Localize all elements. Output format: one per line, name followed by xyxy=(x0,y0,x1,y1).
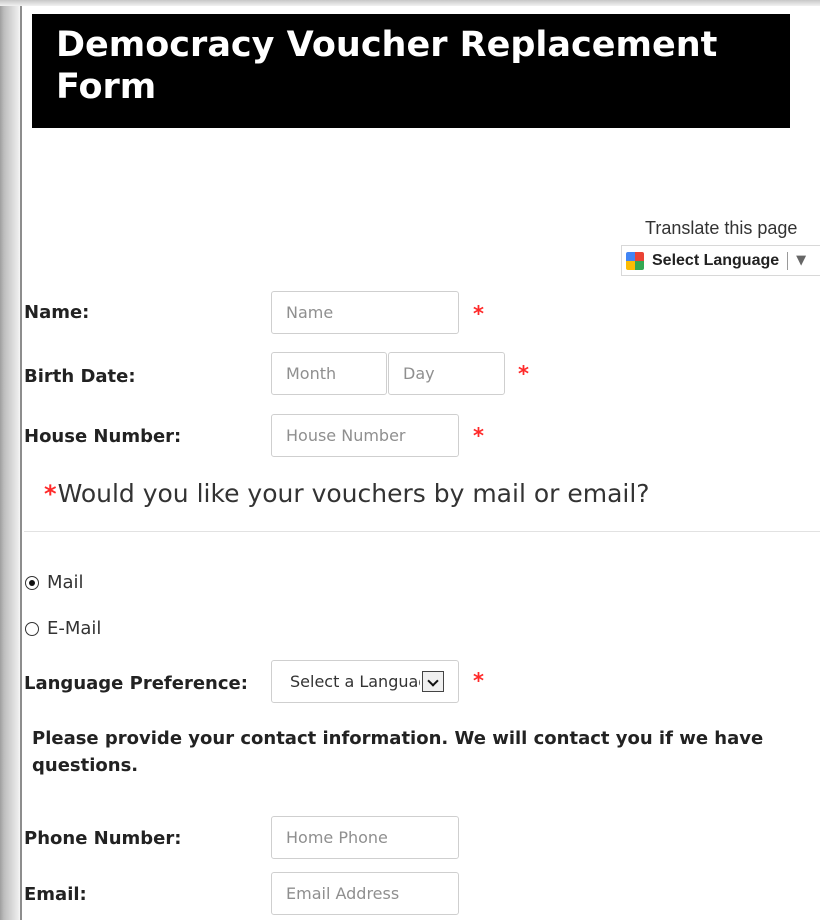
translate-page-label: Translate this page xyxy=(645,218,798,238)
birth-date-label: Birth Date: xyxy=(24,366,136,387)
language-preference-dropdown-button[interactable] xyxy=(422,671,444,692)
delivery-method-question: *Would you like your vouchers by mail or… xyxy=(44,479,650,508)
language-preference-selected-value: Select a Language xyxy=(290,672,420,691)
email-label: Email: xyxy=(24,884,87,905)
language-preference-label: Language Preference: xyxy=(24,673,248,694)
birth-day-input[interactable] xyxy=(388,352,505,395)
language-preference-required-marker: * xyxy=(473,669,484,693)
translate-dropdown-arrow-icon[interactable]: ▼ xyxy=(796,253,806,268)
email-radio-label[interactable]: E-Mail xyxy=(47,618,101,639)
birth-month-input[interactable] xyxy=(271,352,387,395)
translate-separator xyxy=(787,251,789,270)
mail-radio-label[interactable]: Mail xyxy=(47,572,84,593)
translate-language-selector[interactable]: Select Language ▼ xyxy=(621,245,820,276)
google-icon-blue-square xyxy=(626,251,635,261)
mail-radio-selected-dot xyxy=(29,579,35,586)
email-radio-button[interactable] xyxy=(25,621,39,636)
contact-information-help-text: Please provide your contact information.… xyxy=(32,728,764,776)
google-icon-green-square xyxy=(635,260,644,270)
house-number-required-marker: * xyxy=(473,424,484,448)
phone-number-label: Phone Number: xyxy=(24,828,182,849)
delivery-question-text: Would you like your vouchers by mail or … xyxy=(57,479,650,508)
email-radio-option[interactable]: E-Mail xyxy=(25,618,101,639)
delivery-required-marker: * xyxy=(44,480,57,508)
language-preference-select[interactable]: Select a Language xyxy=(271,660,459,703)
section-divider xyxy=(24,531,820,532)
page-title: Democracy Voucher Replacement Form xyxy=(56,25,718,107)
chevron-down-icon xyxy=(427,675,439,687)
google-icon-yellow-square xyxy=(626,260,635,270)
page-title-banner: Democracy Voucher Replacement Form xyxy=(32,14,790,128)
mail-radio-option[interactable]: Mail xyxy=(25,572,84,593)
window-left-frame xyxy=(0,0,20,920)
email-input[interactable] xyxy=(271,872,459,915)
mail-radio-button[interactable] xyxy=(25,575,39,590)
name-required-marker: * xyxy=(473,302,484,326)
content-left-border xyxy=(20,6,22,920)
google-icon-red-square xyxy=(635,251,644,261)
name-input[interactable] xyxy=(271,291,459,334)
google-translate-icon xyxy=(626,251,644,270)
translate-select-language-label: Select Language xyxy=(652,251,780,269)
birth-date-required-marker: * xyxy=(518,362,529,386)
house-number-input[interactable] xyxy=(271,414,459,457)
window-top-frame xyxy=(0,0,820,6)
name-label: Name: xyxy=(24,302,90,323)
phone-number-input[interactable] xyxy=(271,816,459,859)
house-number-label: House Number: xyxy=(24,426,182,447)
